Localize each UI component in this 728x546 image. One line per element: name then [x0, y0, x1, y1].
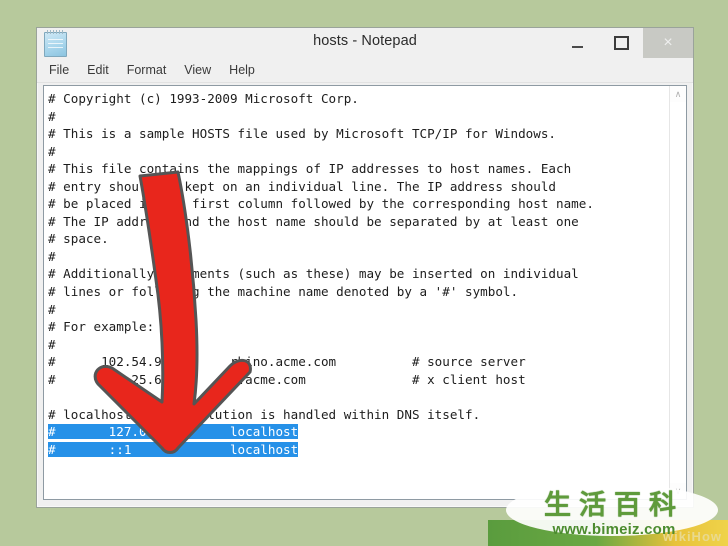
vertical-scrollbar[interactable]: ∧ ∨	[669, 86, 686, 499]
desktop-background: hosts - Notepad × File Edit Format View …	[0, 0, 728, 546]
selected-line-localhost-ipv6[interactable]: # ::1 localhost	[48, 441, 299, 457]
window-titlebar[interactable]: hosts - Notepad ×	[37, 28, 693, 58]
selected-line-localhost-ipv4[interactable]: # 127.0.0.1 localhost	[48, 424, 299, 440]
minimize-icon	[571, 45, 583, 48]
scrollbar-track[interactable]	[670, 102, 686, 483]
menu-item-edit[interactable]: Edit	[87, 63, 109, 77]
scroll-up-icon[interactable]: ∧	[670, 86, 686, 102]
menu-item-view[interactable]: View	[184, 63, 211, 77]
menu-item-help[interactable]: Help	[229, 63, 255, 77]
editor-area: # Copyright (c) 1993-2009 Microsoft Corp…	[43, 85, 687, 500]
minimize-button[interactable]	[555, 28, 599, 58]
close-button[interactable]: ×	[643, 28, 693, 58]
watermark-url: www.bimeiz.com	[552, 521, 676, 538]
menu-bar: File Edit Format View Help	[37, 58, 693, 83]
watermark-band	[488, 520, 728, 546]
hosts-file-content: # Copyright (c) 1993-2009 Microsoft Corp…	[48, 90, 669, 458]
window-controls: ×	[555, 28, 693, 58]
watermark-ghost-text: wikiHow	[662, 529, 722, 544]
hosts-unselected-text: # Copyright (c) 1993-2009 Microsoft Corp…	[48, 91, 594, 422]
menu-item-file[interactable]: File	[49, 63, 69, 77]
maximize-icon	[613, 36, 629, 50]
menu-item-format[interactable]: Format	[127, 63, 167, 77]
close-icon: ×	[663, 34, 673, 51]
maximize-button[interactable]	[599, 28, 643, 58]
text-editor[interactable]: # Copyright (c) 1993-2009 Microsoft Corp…	[44, 86, 669, 499]
scroll-down-icon[interactable]: ∨	[670, 483, 686, 499]
notepad-window: hosts - Notepad × File Edit Format View …	[36, 27, 694, 508]
